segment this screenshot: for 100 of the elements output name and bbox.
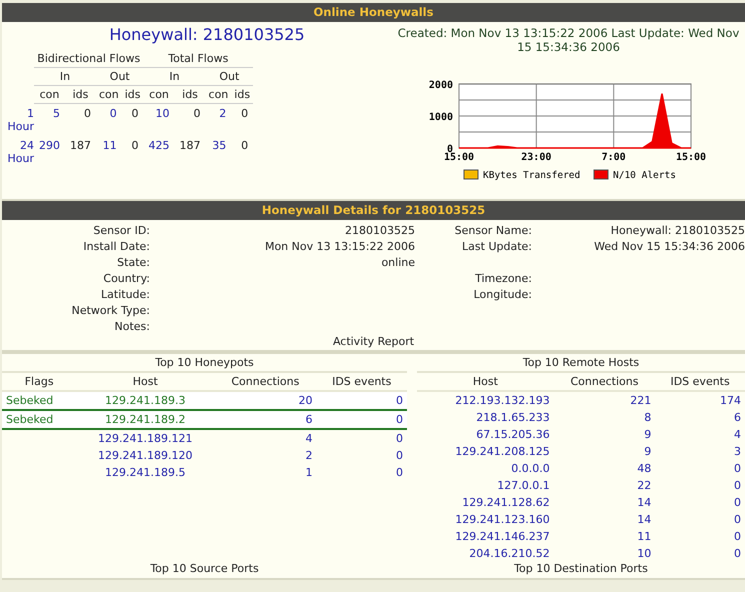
field-label: Sensor Name: [454, 223, 532, 238]
table-title[interactable]: Top 10 Destination Ports [417, 562, 745, 578]
host-link[interactable]: 129.241.189.5 [76, 464, 214, 481]
host-link[interactable]: 204.16.210.52 [417, 545, 554, 562]
count-link[interactable]: 0 [655, 460, 745, 477]
axis-tick-label: 15:00 [675, 152, 706, 163]
column-header: ids [122, 86, 144, 104]
table-cell[interactable]: 0 [122, 104, 144, 136]
column-header: Out [206, 68, 254, 86]
count-link[interactable]: 2 [214, 447, 316, 464]
field-label: Notes: [114, 319, 150, 334]
host-link[interactable]: 212.193.132.193 [417, 391, 554, 409]
count-link[interactable]: 0 [316, 410, 407, 429]
axis-tick-label: 1000 [428, 112, 452, 123]
count-link[interactable]: 11 [554, 528, 656, 545]
table-cell[interactable]: 0 [231, 136, 254, 168]
count-link[interactable]: 14 [554, 494, 656, 511]
field-label: Timezone: [474, 271, 532, 286]
axis-tick-label: 15:00 [443, 152, 474, 163]
host-link[interactable]: 129.241.128.62 [417, 494, 554, 511]
count-link[interactable]: 0 [655, 545, 745, 562]
count-link[interactable]: 221 [554, 391, 656, 409]
count-link[interactable]: 0 [655, 477, 745, 494]
field-label: Install Date: [82, 239, 150, 254]
column-header: Host [417, 373, 554, 391]
host-link[interactable]: 129.241.189.2 [76, 410, 214, 429]
legend-swatch [593, 170, 608, 180]
field-value: 2180103525 [344, 223, 415, 238]
created-text: Created: Mon Nov 13 13:15:22 2006 Last Update: Wed Nov 15 15:34:36 2006 [396, 25, 740, 54]
count-link[interactable]: 10 [554, 545, 656, 562]
host-link[interactable]: 127.0.0.1 [417, 477, 554, 494]
legend-swatch [463, 170, 478, 180]
axis-tick-label: 23:00 [520, 152, 551, 163]
count-link[interactable]: 425 [144, 136, 175, 168]
honeywall-title: Honeywall: 2180103525 [108, 24, 306, 46]
column-header: ids [65, 86, 96, 104]
table-title[interactable]: Top 10 Source Ports [2, 562, 407, 578]
field-label: Latitude: [100, 287, 150, 302]
column-group-header: Bidirectional Flows [34, 50, 144, 68]
column-group-header: Total Flows [144, 50, 254, 68]
host-link[interactable]: 218.1.65.233 [417, 409, 554, 426]
count-link[interactable]: 9 [554, 443, 656, 460]
host-link[interactable]: 129.241.146.237 [417, 528, 554, 545]
count-link[interactable]: 0 [316, 429, 407, 447]
column-header: ids [174, 86, 206, 104]
count-link[interactable]: 4 [214, 429, 316, 447]
table-cell[interactable]: 0 [65, 104, 96, 136]
count-link[interactable]: 0 [655, 494, 745, 511]
legend-label: KBytes Transfered [482, 170, 580, 181]
count-link[interactable]: 8 [554, 409, 656, 426]
row-label: 1 Hour [4, 104, 34, 136]
count-link[interactable]: 14 [554, 511, 656, 528]
count-link[interactable]: 3 [655, 443, 745, 460]
count-link[interactable]: 22 [554, 477, 656, 494]
count-link[interactable]: 6 [214, 410, 316, 429]
table-cell[interactable]: 187 [174, 136, 206, 168]
table-cell[interactable]: 187 [65, 136, 96, 168]
count-link[interactable]: 9 [554, 426, 656, 443]
count-link[interactable]: 4 [655, 426, 745, 443]
table-cell[interactable]: 0 [174, 104, 206, 136]
count-link[interactable]: 0 [96, 104, 122, 136]
host-link[interactable]: 0.0.0.0 [417, 460, 554, 477]
field-label: Longitude: [472, 287, 532, 302]
count-link[interactable]: 11 [96, 136, 122, 168]
host-link[interactable]: 129.241.208.125 [417, 443, 554, 460]
axis-tick-label: 2000 [428, 80, 452, 91]
field-value: Mon Nov 13 13:15:22 2006 [264, 239, 415, 254]
host-link[interactable]: 129.241.189.121 [76, 429, 214, 447]
count-link[interactable]: 48 [554, 460, 656, 477]
table-title[interactable]: Top 10 Remote Hosts [417, 354, 745, 373]
count-link[interactable]: 0 [655, 528, 745, 545]
count-link[interactable]: 0 [316, 447, 407, 464]
host-link[interactable]: 67.15.205.36 [417, 426, 554, 443]
field-label: Sensor ID: [92, 223, 150, 238]
count-link[interactable]: 20 [214, 391, 316, 410]
count-link[interactable]: 0 [316, 464, 407, 481]
count-link[interactable]: 5 [34, 104, 65, 136]
count-link[interactable]: 6 [655, 409, 745, 426]
count-link[interactable]: 2 [206, 104, 232, 136]
flag-label: Sebeked [2, 391, 76, 410]
table-title[interactable]: Top 10 Honeypots [2, 354, 407, 373]
flag-label: Sebeked [2, 410, 76, 429]
field-label: Network Type: [70, 303, 150, 318]
count-link[interactable]: 174 [655, 391, 745, 409]
field-value: Honeywall: 2180103525 [610, 223, 745, 238]
host-link[interactable]: 129.241.189.120 [76, 447, 214, 464]
host-link[interactable]: 129.241.189.3 [76, 391, 214, 410]
count-link[interactable]: 290 [34, 136, 65, 168]
count-link[interactable]: 1 [214, 464, 316, 481]
axis-tick-label: 7:00 [601, 152, 626, 163]
count-link[interactable]: 0 [316, 391, 407, 410]
row-label: 24 Hour [6, 138, 34, 166]
field-value: Wed Nov 15 15:34:36 2006 [593, 239, 745, 254]
table-cell[interactable]: 0 [231, 104, 254, 136]
count-link[interactable]: 0 [655, 511, 745, 528]
count-link[interactable]: 35 [206, 136, 232, 168]
host-link[interactable]: 129.241.123.160 [417, 511, 554, 528]
column-header: In [144, 68, 206, 86]
count-link[interactable]: 10 [144, 104, 175, 136]
table-cell[interactable]: 0 [122, 136, 144, 168]
